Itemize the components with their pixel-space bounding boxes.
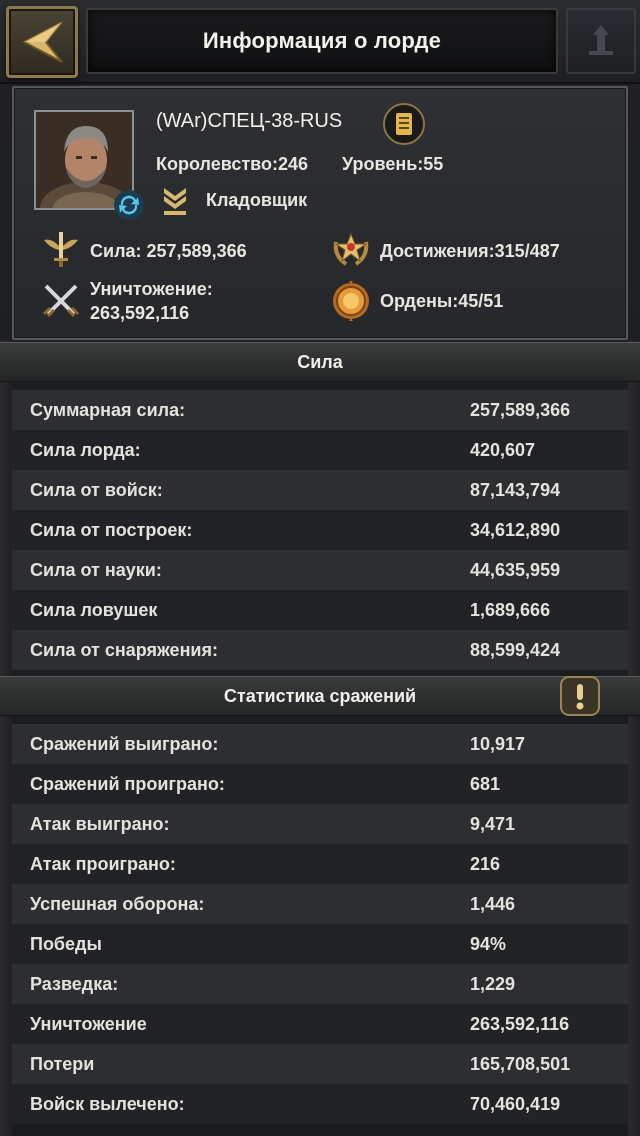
star-laurel-icon[interactable] bbox=[330, 228, 372, 270]
power-section-title: Сила bbox=[297, 351, 343, 372]
table-row: Сила от науки: 44,635,959 bbox=[12, 550, 628, 590]
table-row: Потери 165,708,501 bbox=[12, 1044, 628, 1084]
row-label: Сила от войск: bbox=[30, 479, 163, 500]
row-label: Сила от построек: bbox=[30, 519, 193, 540]
row-label: Разведка: bbox=[30, 973, 119, 994]
medal-icon[interactable] bbox=[330, 280, 372, 322]
row-value: 681 bbox=[470, 773, 501, 794]
table-row: Войск вылечено: 70,460,419 bbox=[12, 1084, 628, 1124]
table-row: Разведка: 1,229 bbox=[12, 964, 628, 1004]
row-label: Сражений выиграно: bbox=[30, 733, 219, 754]
winged-sword-icon bbox=[40, 228, 82, 270]
info-button[interactable] bbox=[560, 676, 600, 716]
row-label: Уничтожение bbox=[30, 1013, 147, 1034]
profile-panel: (WAr)СПЕЦ-38-RUS Королевство:246 Уровень… bbox=[12, 86, 628, 340]
row-value: 87,143,794 bbox=[470, 479, 561, 500]
row-value: 216 bbox=[470, 853, 501, 874]
row-value: 1,689,666 bbox=[470, 599, 551, 620]
player-name: (WAr)СПЕЦ-38-RUS bbox=[156, 110, 343, 132]
row-label: Атак выиграно: bbox=[30, 813, 170, 834]
emblem-icon bbox=[566, 8, 636, 74]
table-row: Сила от войск: 87,143,794 bbox=[12, 470, 628, 510]
row-value: 165,708,501 bbox=[470, 1053, 571, 1074]
back-button[interactable] bbox=[6, 6, 78, 78]
row-label: Суммарная сила: bbox=[30, 399, 186, 420]
exclamation-icon bbox=[560, 676, 600, 716]
medals-count[interactable]: Ордены:45/51 bbox=[380, 290, 503, 312]
battle-stats-list: Сражений выиграно: 10,917 Сражений проигр… bbox=[12, 724, 628, 1124]
top-bar: Информация о лорде bbox=[0, 0, 640, 84]
table-row: Сила от построек: 34,612,890 bbox=[12, 510, 628, 550]
table-row: Сражений выиграно: 10,917 bbox=[12, 724, 628, 764]
title-plate: Информация о лорде bbox=[86, 8, 558, 74]
row-label: Сила лорда: bbox=[30, 439, 141, 460]
table-row: Сила ловушек 1,689,666 bbox=[12, 590, 628, 630]
lord-info-screen: { "header": { "title": "Информация о лор… bbox=[0, 0, 640, 1136]
row-label: Сила от науки: bbox=[30, 559, 162, 580]
crossed-swords-icon bbox=[40, 280, 82, 322]
row-label: Сила ловушек bbox=[30, 599, 158, 620]
row-value: 34,612,890 bbox=[470, 519, 561, 540]
table-row: Победы 94% bbox=[12, 924, 628, 964]
row-label: Победы bbox=[30, 933, 102, 954]
table-row: Атак выиграно: 9,471 bbox=[12, 804, 628, 844]
power-stats-list: Суммарная сила: 257,589,366 Сила лорда: 42… bbox=[12, 390, 628, 670]
battle-section-title: Статистика сражений bbox=[223, 685, 417, 706]
row-value: 1,229 bbox=[470, 973, 516, 994]
row-value: 9,471 bbox=[470, 813, 516, 834]
alliance-rank-title: Кладовщик bbox=[206, 190, 308, 210]
report-button[interactable] bbox=[382, 102, 426, 146]
row-value: 94% bbox=[470, 933, 507, 954]
table-row: Сила лорда: 420,607 bbox=[12, 430, 628, 470]
row-label: Атак проиграно: bbox=[30, 853, 176, 874]
row-label: Успешная оборона: bbox=[30, 893, 205, 914]
row-value: 70,460,419 bbox=[470, 1093, 561, 1114]
back-arrow-icon bbox=[21, 21, 63, 63]
row-value: 420,607 bbox=[470, 439, 536, 460]
row-label: Сила от снаряжения: bbox=[30, 639, 218, 660]
row-value: 88,599,424 bbox=[470, 639, 561, 660]
table-row: Успешная оборона: 1,446 bbox=[12, 884, 628, 924]
power-section-header: Сила bbox=[0, 342, 640, 382]
table-row: Уничтожение 263,592,116 bbox=[12, 1004, 628, 1044]
row-value: 263,592,116 bbox=[470, 1013, 570, 1034]
battle-section-header: Статистика сражений bbox=[0, 676, 640, 716]
row-label: Потери bbox=[30, 1053, 95, 1074]
refresh-icon[interactable] bbox=[112, 188, 146, 222]
table-row: Атак проиграно: 216 bbox=[12, 844, 628, 884]
table-row: Сражений проиграно: 681 bbox=[12, 764, 628, 804]
table-row: Суммарная сила: 257,589,366 bbox=[12, 390, 628, 430]
row-label: Сражений проиграно: bbox=[30, 773, 225, 794]
power-total: Сила: 257,589,366 bbox=[90, 241, 247, 261]
rank-chevron-icon bbox=[162, 186, 188, 216]
row-value: 257,589,366 bbox=[470, 399, 571, 420]
kills-value: 263,592,116 bbox=[90, 303, 190, 323]
kingdom-number: Королевство:246 bbox=[156, 154, 309, 174]
left-frame bbox=[0, 340, 12, 1136]
achievements-count[interactable]: Достижения:315/487 bbox=[380, 240, 560, 262]
right-frame bbox=[628, 340, 640, 1136]
row-value: 10,917 bbox=[470, 733, 526, 754]
player-level: Уровень:55 bbox=[342, 154, 444, 174]
row-label: Войск вылечено: bbox=[30, 1093, 185, 1114]
document-icon bbox=[383, 103, 425, 145]
row-value: 44,635,959 bbox=[470, 559, 561, 580]
table-row: Сила от снаряжения: 88,599,424 bbox=[12, 630, 628, 670]
kills-label: Уничтожение: bbox=[90, 279, 213, 299]
row-value: 1,446 bbox=[470, 893, 516, 914]
page-title: Информация о лорде bbox=[202, 28, 442, 53]
